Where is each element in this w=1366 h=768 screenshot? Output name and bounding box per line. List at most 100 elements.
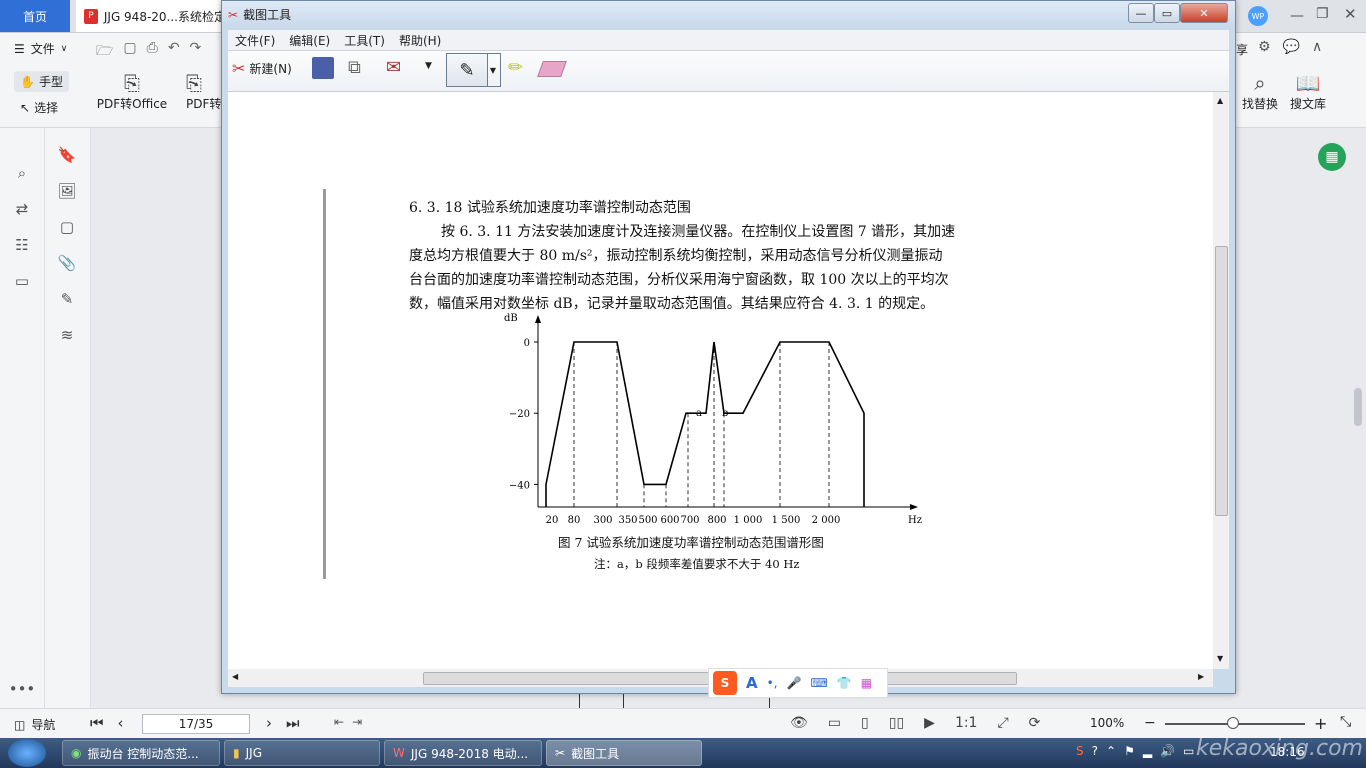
open-icon[interactable]: 🗁 xyxy=(96,40,113,64)
play-icon[interactable]: ▶ xyxy=(924,715,935,731)
attachment-icon[interactable]: 📎 xyxy=(58,254,77,272)
eraser-icon[interactable] xyxy=(537,61,567,77)
scroll-up-icon[interactable]: ▲ xyxy=(1217,96,1223,105)
image-icon[interactable]: 🖼 xyxy=(57,182,76,200)
taskbar-item-folder[interactable]: ▮ JJG xyxy=(224,740,380,766)
pen-dropdown-icon[interactable]: ▼ xyxy=(486,53,501,87)
single-page-icon[interactable]: ▭ xyxy=(828,715,841,731)
ime-mic-icon[interactable]: 🎤 xyxy=(787,676,802,690)
gear-icon[interactable]: ⚙ xyxy=(1258,39,1271,55)
minimize-icon[interactable]: — xyxy=(1290,8,1304,24)
comment-icon[interactable]: ▢ xyxy=(58,218,76,236)
expand-icon[interactable]: ⤡ xyxy=(1340,714,1351,730)
ime-apps-icon[interactable]: ▦ xyxy=(861,676,872,690)
x-axis-arrow xyxy=(910,504,918,510)
pdf-cut-button[interactable]: ⎘ PDF转 xyxy=(186,71,226,112)
navigation-button[interactable]: ◫ 导航 xyxy=(14,716,55,733)
redo-icon[interactable]: ↷ xyxy=(190,40,202,64)
tab-home[interactable]: 首页 xyxy=(0,0,70,32)
pdf-to-office-button[interactable]: ⎘ PDF转Office xyxy=(92,71,172,112)
menu-edit[interactable]: 编辑(E) xyxy=(282,32,337,49)
search-library-button[interactable]: 📖 搜文库 xyxy=(1286,71,1330,112)
layers-icon[interactable]: ≋ xyxy=(58,326,76,344)
close-icon[interactable]: ✕ xyxy=(1344,5,1357,23)
select-tool-button[interactable]: ↖ 选择 xyxy=(20,99,58,116)
more-icon[interactable]: ••• xyxy=(9,680,36,698)
table-app-icon[interactable]: ▦ xyxy=(1318,143,1346,171)
menu-tools[interactable]: 工具(T) xyxy=(337,32,392,49)
eye-icon[interactable]: 👁 xyxy=(790,715,808,731)
save-icon[interactable]: ▢ xyxy=(123,40,136,64)
flag-icon[interactable]: ⚑ xyxy=(1124,744,1135,758)
page-number-input[interactable]: 17/35 xyxy=(142,714,250,734)
zoom-level[interactable]: 100% xyxy=(1090,716,1124,730)
scroll-down-icon[interactable]: ▼ xyxy=(1217,654,1223,663)
highlighter-icon[interactable]: ✏ xyxy=(508,57,523,78)
back-icon[interactable]: ⇤ xyxy=(334,715,344,729)
avatar[interactable]: WP xyxy=(1248,6,1268,26)
collapse-icon[interactable]: ∧ xyxy=(1312,39,1322,55)
scroll-right-icon[interactable]: ▶ xyxy=(1198,672,1204,681)
document-scrollbar-thumb[interactable] xyxy=(1354,388,1362,426)
restore-icon[interactable]: ❐ xyxy=(1316,6,1329,22)
zoom-in-icon[interactable]: + xyxy=(1314,714,1327,733)
send-icon[interactable]: ✉ xyxy=(386,57,401,78)
translate-icon[interactable]: ⇄ xyxy=(13,200,31,218)
close-button[interactable]: ✕ xyxy=(1180,3,1228,23)
sliders-icon[interactable]: ☷ xyxy=(13,236,31,254)
send-dropdown-icon[interactable]: ▼ xyxy=(425,61,432,71)
last-page-icon[interactable]: ⏭ xyxy=(286,714,300,732)
tray-arrow-icon[interactable]: ⌃ xyxy=(1106,744,1116,758)
fit-icon[interactable]: ⤢ xyxy=(997,715,1008,731)
help-icon[interactable]: ? xyxy=(1092,744,1098,758)
bookmark-icon[interactable]: 🔖 xyxy=(58,146,77,164)
maximize-button[interactable]: ▭ xyxy=(1154,3,1180,23)
first-page-icon[interactable]: ⏮ xyxy=(90,714,104,732)
share-label[interactable]: 享 xyxy=(1236,41,1248,58)
ime-lang-icon[interactable]: A xyxy=(746,674,758,692)
taskbar-item-snipping[interactable]: ✂ 截图工具 xyxy=(546,740,702,766)
network-icon[interactable]: ▂ xyxy=(1143,744,1152,758)
taskbar-item-vibration[interactable]: ◉ 振动台 控制动态范... xyxy=(62,740,220,766)
forward-icon[interactable]: ⇥ xyxy=(352,715,362,729)
double-page-icon[interactable]: ▯▯ xyxy=(889,715,904,731)
page-view-icon[interactable]: ▯ xyxy=(861,715,869,731)
prev-page-icon[interactable]: ‹ xyxy=(118,714,124,732)
ime-keyboard-icon[interactable]: ⌨ xyxy=(810,676,827,690)
save-icon[interactable] xyxy=(312,57,334,79)
menu-file[interactable]: 文件(F) xyxy=(228,32,282,49)
hand-tool-label: 手型 xyxy=(38,75,63,89)
actual-size-icon[interactable]: 1:1 xyxy=(955,715,978,731)
signature-icon[interactable]: ✎ xyxy=(58,290,76,308)
paragraph-line: 台台面的加速度功率谱控制动态范围，分析仪采用海宁窗函数，取 100 次以上的平均… xyxy=(409,272,949,288)
menu-help[interactable]: 帮助(H) xyxy=(392,32,448,49)
start-button[interactable] xyxy=(8,739,46,767)
taskbar-item-pdf[interactable]: W JJG 948-2018 电动... xyxy=(384,740,542,766)
pen-tool-button[interactable]: ✎ xyxy=(446,53,488,87)
new-snip-button[interactable]: ✂ 新建(N) xyxy=(232,59,292,78)
comment-icon[interactable]: 💬 xyxy=(1283,39,1300,55)
print-icon[interactable]: ⎙ xyxy=(147,40,158,64)
battery-icon[interactable]: ▭ xyxy=(1183,744,1194,758)
volume-icon[interactable]: 🔊 xyxy=(1160,744,1175,758)
zoom-slider-handle[interactable] xyxy=(1227,717,1239,729)
ime-tray-icon[interactable]: S xyxy=(1076,744,1084,758)
next-page-icon[interactable]: › xyxy=(266,714,272,732)
rotate-icon[interactable]: ⟳ xyxy=(1029,715,1041,731)
tab-document[interactable]: P JJG 948-20...系统检定 xyxy=(76,0,226,32)
find-replace-button[interactable]: ⌕ 找替换 xyxy=(1232,71,1278,112)
ime-punct-icon[interactable]: •, xyxy=(767,676,778,690)
vertical-scrollbar[interactable]: ▲ ▼ xyxy=(1213,92,1229,669)
zoom-out-icon[interactable]: − xyxy=(1144,715,1156,731)
read-mode-icon[interactable]: ▭ xyxy=(13,272,31,290)
ime-skin-icon[interactable]: 👕 xyxy=(837,676,852,690)
file-menu[interactable]: ☰ 文件 ∨ xyxy=(14,40,67,57)
copy-icon[interactable]: ⧉ xyxy=(348,57,361,78)
vertical-scroll-thumb[interactable] xyxy=(1215,246,1228,516)
sogou-logo-icon[interactable]: S xyxy=(713,671,737,695)
scroll-left-icon[interactable]: ◀ xyxy=(232,672,238,681)
zoom-search-icon[interactable]: ⌕ xyxy=(13,164,31,182)
undo-icon[interactable]: ↶ xyxy=(168,40,180,64)
minimize-button[interactable]: — xyxy=(1128,3,1154,23)
hand-tool-button[interactable]: ✋ 手型 xyxy=(14,71,69,92)
